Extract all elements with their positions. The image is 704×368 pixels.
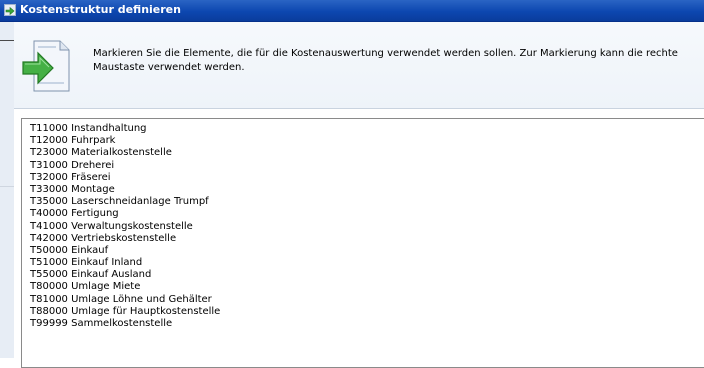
list-item[interactable]: T81000 Umlage Löhne und Gehälter (30, 294, 704, 306)
list-item[interactable]: T41000 Verwaltungskostenstelle (30, 221, 704, 233)
list-item[interactable]: T33000 Montage (30, 184, 704, 196)
list-item[interactable]: T31000 Dreherei (30, 160, 704, 172)
list-item[interactable]: T11000 Instandhaltung (30, 123, 704, 135)
list-item[interactable]: T23000 Materialkostenstelle (30, 147, 704, 159)
list-item[interactable]: T80000 Umlage Miete (30, 281, 704, 293)
window-icon (4, 4, 16, 16)
list-item[interactable]: T42000 Vertriebskostenstelle (30, 233, 704, 245)
list-item[interactable]: T99999 Sammelkostenstelle (30, 318, 704, 330)
list-item[interactable]: T40000 Fertigung (30, 208, 704, 220)
cost-center-list[interactable]: T11000 Instandhaltung T12000 Fuhrpark T230… (21, 118, 704, 368)
dialog-title: Kostenstruktur definieren (20, 3, 181, 16)
list-item[interactable]: T88000 Umlage für Hauptkostenstelle (30, 306, 704, 318)
list-item[interactable]: T12000 Fuhrpark (30, 135, 704, 147)
header-separator (14, 108, 704, 109)
cost-structure-dialog: Kostenstruktur definieren Markieren Sie … (0, 0, 704, 368)
title-bar[interactable]: Kostenstruktur definieren (0, 0, 704, 22)
list-item[interactable]: T32000 Fräserei (30, 172, 704, 184)
cost-center-items: T11000 Instandhaltung T12000 Fuhrpark T230… (22, 119, 704, 330)
instruction-text: Markieren Sie die Elemente, die für die … (93, 48, 678, 73)
list-item[interactable]: T55000 Einkauf Ausland (30, 269, 704, 281)
list-item[interactable]: T50000 Einkauf (30, 245, 704, 257)
document-arrow-icon (20, 38, 72, 94)
list-item[interactable]: T35000 Laserschneidanlage Trumpf (30, 196, 704, 208)
list-item[interactable]: T51000 Einkauf Inland (30, 257, 704, 269)
